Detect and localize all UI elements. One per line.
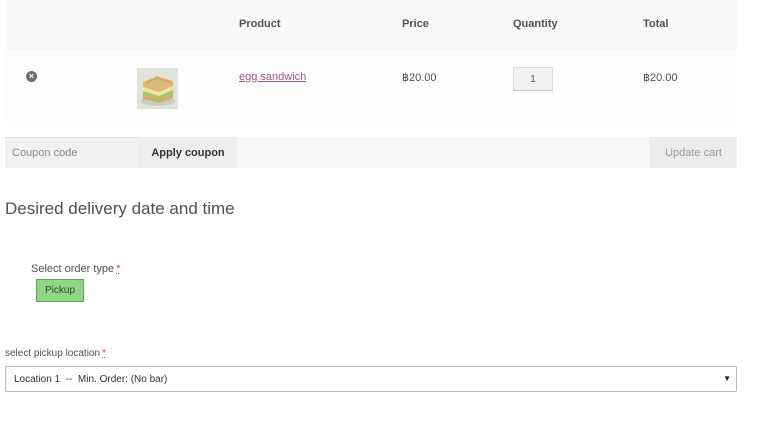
update-cart-button[interactable]: Update cart (650, 137, 737, 168)
required-marker: * (102, 348, 106, 359)
remove-item-icon[interactable]: × (26, 71, 37, 82)
cart-table: Product Price Quantity Total × egg sandw… (5, 0, 737, 126)
pickup-location-selected-value: Location 1 -- Min. Order: (No bar) (14, 374, 168, 385)
cart-item-row: × egg sandwich ฿20.00 ฿20.00 (5, 50, 737, 126)
delivery-section-heading: Desired delivery date and time (5, 199, 235, 218)
cart-header-row: Product Price Quantity Total (5, 0, 737, 50)
apply-coupon-button[interactable]: Apply coupon (139, 137, 237, 168)
cart-actions-bar: Apply coupon Update cart (5, 137, 737, 168)
pickup-location-label-text: select pickup location (5, 348, 101, 359)
order-type-label-text: Select order type (31, 263, 115, 275)
product-thumbnail[interactable] (137, 68, 178, 109)
required-marker: * (116, 263, 121, 275)
header-total: Total (643, 18, 669, 30)
pickup-location-select[interactable]: Location 1 -- Min. Order: (No bar) ▼ (5, 366, 737, 392)
product-name-link[interactable]: egg sandwich (239, 71, 306, 83)
header-product: Product (239, 18, 281, 30)
pickup-option-button[interactable]: Pickup (36, 279, 84, 302)
header-price: Price (402, 18, 429, 30)
pickup-location-label: select pickup location * (5, 348, 106, 359)
coupon-code-input[interactable] (5, 137, 139, 168)
chevron-down-icon: ▼ (723, 374, 731, 383)
quantity-input[interactable] (513, 67, 553, 91)
item-price: ฿20.00 (402, 72, 437, 84)
order-type-label: Select order type * (31, 263, 120, 275)
header-quantity: Quantity (513, 18, 558, 30)
item-total: ฿20.00 (643, 72, 678, 84)
